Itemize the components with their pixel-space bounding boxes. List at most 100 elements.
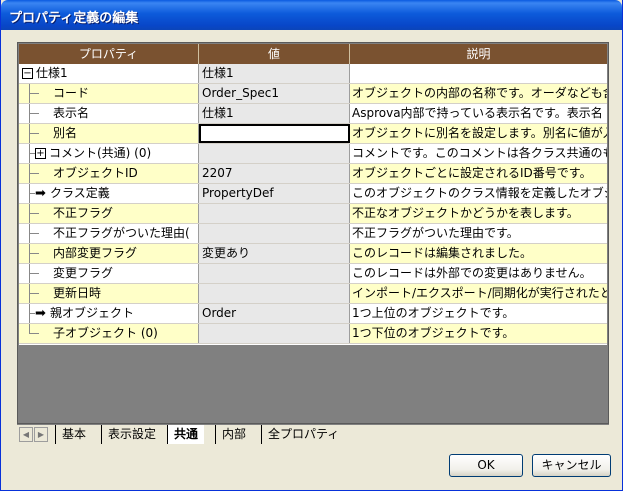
table-row[interactable]: − 仕様1 仕様1	[19, 64, 607, 84]
tree-connector: オブジェクトID	[19, 164, 198, 183]
minus-box-icon[interactable]: −	[22, 68, 33, 79]
value-cell[interactable]: 仕様1	[199, 64, 350, 83]
table-row[interactable]: 変更フラグ このレコードは外部での変更はありません。	[19, 264, 607, 284]
table-row[interactable]: オブジェクトID 2207 オブジェクトごとに設定されるID番号です。	[19, 164, 607, 184]
table-row[interactable]: ➡ クラス定義 PropertyDef このオブジェクトのクラス情報を定義したオブジェ	[19, 184, 607, 204]
property-name-cell[interactable]: 更新日時	[19, 284, 199, 303]
tab-bar: ◀ ▶ 基本 表示設定 共通 内部 全プロパティ	[17, 424, 609, 444]
tree-line	[29, 213, 39, 214]
cancel-button[interactable]: キャンセル	[532, 454, 611, 477]
value-cell[interactable]: 2207	[199, 164, 350, 183]
property-name: 別名	[53, 126, 78, 140]
table-row[interactable]: + コメント(共通) (0) コメントです。このコメントは各クラス共通のもの	[19, 144, 607, 164]
right-arrow-icon: ➡	[35, 306, 46, 321]
tree-connector: 不正フラグがついた理由(	[19, 224, 198, 243]
property-definition-dialog: プロパティ定義の編集 プロパティ 値 説明 − 仕様1 仕様1 コード Order_Sp…	[0, 0, 623, 491]
property-name-cell[interactable]: 別名	[19, 124, 199, 143]
description-cell: コメントです。このコメントは各クラス共通のもの	[350, 144, 607, 163]
property-name: 親オブジェクト	[50, 306, 135, 320]
property-name: コメント(共通) (0)	[49, 146, 152, 160]
value-cell[interactable]: 仕様1	[199, 104, 350, 123]
description-cell: インポート/エクスポート/同期化が実行されたと	[350, 284, 607, 303]
property-name-cell[interactable]: 内部変更フラグ	[19, 244, 199, 263]
tree-connector: ➡ 親オブジェクト	[19, 304, 198, 323]
property-name-cell[interactable]: + コメント(共通) (0)	[19, 144, 199, 163]
property-name-cell[interactable]: 子オブジェクト (0)	[19, 324, 199, 343]
triangle-right-icon[interactable]: ▶	[34, 427, 48, 442]
tab-2[interactable]: 共通	[167, 425, 205, 444]
tree-line	[29, 113, 39, 114]
tree-line	[29, 93, 39, 94]
description-cell: 不正なオブジェクトかどうかを表します。	[350, 204, 607, 223]
property-name-cell[interactable]: 不正フラグがついた理由(	[19, 224, 199, 243]
value-cell[interactable]: PropertyDef	[199, 184, 350, 203]
property-name: 内部変更フラグ	[53, 246, 138, 260]
tab-4[interactable]: 全プロパティ	[261, 425, 345, 444]
tree-connector: 更新日時	[19, 284, 198, 303]
value-cell[interactable]	[199, 204, 350, 223]
value-cell[interactable]	[199, 264, 350, 283]
table-row[interactable]: 不正フラグ 不正なオブジェクトかどうかを表します。	[19, 204, 607, 224]
value-cell[interactable]	[199, 284, 350, 303]
tree-connector: 不正フラグ	[19, 204, 198, 223]
table-row[interactable]: 不正フラグがついた理由(不正フラグがついた理由です。	[19, 224, 607, 244]
value-cell[interactable]: 変更あり	[199, 244, 350, 263]
property-name: コード	[53, 86, 90, 100]
table-row[interactable]: 別名 オブジェクトに別名を設定します。別名に値が入	[19, 124, 607, 144]
table-row[interactable]: 内部変更フラグ 変更あり このレコードは編集されました。	[19, 244, 607, 264]
property-name: 不正フラグ	[53, 206, 114, 220]
tab-3[interactable]: 内部	[215, 425, 252, 444]
value-cell[interactable]	[199, 144, 350, 163]
property-name-cell[interactable]: − 仕様1	[19, 64, 199, 83]
column-header-value[interactable]: 値	[199, 44, 350, 64]
tree-line	[29, 133, 39, 134]
property-grid-body: プロパティ 値 説明 − 仕様1 仕様1 コード Order_Spec1 オブジェクトの内…	[19, 44, 607, 345]
grid-empty-area	[19, 345, 607, 423]
tree-line	[29, 293, 39, 294]
tab-1[interactable]: 表示設定	[101, 425, 162, 444]
value-cell[interactable]: Order	[199, 304, 350, 323]
value-cell[interactable]	[199, 324, 350, 343]
property-name-cell[interactable]: 不正フラグ	[19, 204, 199, 223]
tree-line	[29, 273, 39, 274]
description-cell: 1つ上位のオブジェクトです。	[350, 304, 607, 323]
table-row[interactable]: 子オブジェクト (0) 1つ下位のオブジェクトです。	[19, 324, 607, 344]
property-name: クラス定義	[50, 186, 110, 200]
tab-0[interactable]: 基本	[55, 425, 92, 444]
property-name-cell[interactable]: コード	[19, 84, 199, 103]
description-cell: 1つ下位のオブジェクトです。	[350, 324, 607, 343]
tree-connector: + コメント(共通) (0)	[19, 144, 198, 163]
column-header-description[interactable]: 説明	[350, 44, 607, 64]
table-row[interactable]: コード Order_Spec1 オブジェクトの内部の名称です。オーダなども含	[19, 84, 607, 104]
property-name: 不正フラグがついた理由(	[53, 226, 190, 240]
property-name-cell[interactable]: ➡ 親オブジェクト	[19, 304, 199, 323]
triangle-left-icon[interactable]: ◀	[19, 427, 33, 442]
value-edit-field[interactable]	[199, 124, 350, 143]
tree-line	[29, 253, 39, 254]
description-cell: オブジェクトごとに設定されるID番号です。	[350, 164, 607, 183]
description-cell: このレコードは編集されました。	[350, 244, 607, 263]
table-row[interactable]: ➡ 親オブジェクト Order 1つ上位のオブジェクトです。	[19, 304, 607, 324]
grid-rows: − 仕様1 仕様1 コード Order_Spec1 オブジェクトの内部の名称です。オーダな…	[19, 64, 607, 344]
table-row[interactable]: 更新日時 インポート/エクスポート/同期化が実行されたと	[19, 284, 607, 304]
tree-connector: 表示名	[19, 104, 198, 123]
property-name: 仕様1	[36, 66, 68, 80]
property-name-cell[interactable]: 表示名	[19, 104, 199, 123]
property-name-cell[interactable]: ➡ クラス定義	[19, 184, 199, 203]
value-cell[interactable]: Order_Spec1	[199, 84, 350, 103]
column-header-property[interactable]: プロパティ	[19, 44, 199, 64]
window-title: プロパティ定義の編集	[9, 11, 139, 26]
tree-line	[29, 233, 39, 234]
tree-connector: コード	[19, 84, 198, 103]
description-cell: オブジェクトに別名を設定します。別名に値が入	[350, 124, 607, 143]
property-name-cell[interactable]: オブジェクトID	[19, 164, 199, 183]
plus-box-icon[interactable]: +	[35, 148, 46, 159]
property-name-cell[interactable]: 変更フラグ	[19, 264, 199, 283]
value-cell[interactable]	[199, 224, 350, 243]
ok-button[interactable]: OK	[449, 454, 523, 477]
title-bar[interactable]: プロパティ定義の編集	[1, 0, 622, 30]
table-row[interactable]: 表示名 仕様1 Asprova内部で持っている表示名です。表示名	[19, 104, 607, 124]
description-cell: このレコードは外部での変更はありません。	[350, 264, 607, 283]
description-cell: オブジェクトの内部の名称です。オーダなども含	[350, 84, 607, 103]
description-cell	[350, 64, 607, 83]
